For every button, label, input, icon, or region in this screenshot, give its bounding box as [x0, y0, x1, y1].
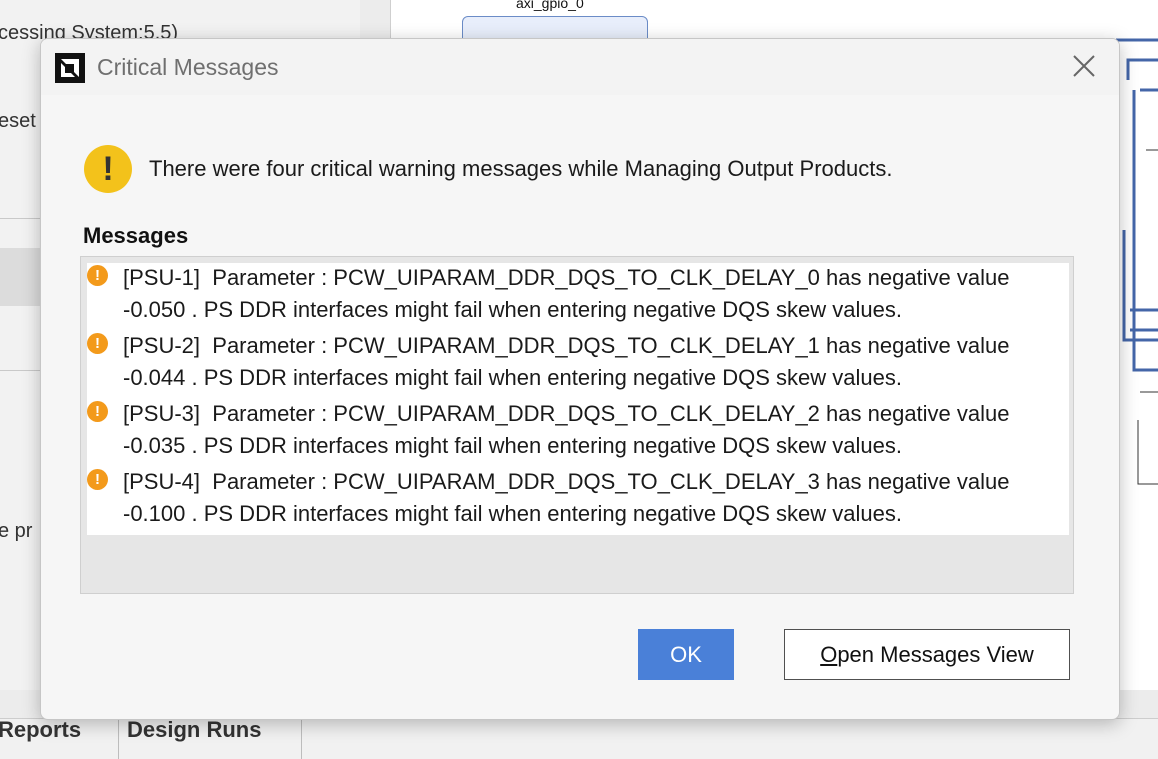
- message-text: Parameter : PCW_UIPARAM_DDR_DQS_TO_CLK_D…: [212, 333, 1010, 358]
- message-item[interactable]: ! [PSU-2] Parameter : PCW_UIPARAM_DDR_DQ…: [87, 331, 1069, 399]
- message-text: Parameter : PCW_UIPARAM_DDR_DQS_TO_CLK_D…: [212, 401, 1010, 426]
- message-text-line2: -0.044 . PS DDR interfaces might fail wh…: [123, 365, 902, 390]
- ok-button[interactable]: OK: [638, 629, 734, 680]
- block-label: axi_gpio_0: [516, 0, 584, 11]
- message-text-line2: -0.050 . PS DDR interfaces might fail wh…: [123, 297, 902, 322]
- background-text: eset: [0, 110, 36, 132]
- critical-warning-icon: !: [87, 469, 108, 490]
- bottom-tab-bar: Reports Design Runs: [0, 718, 1158, 759]
- amd-logo-icon: [55, 53, 85, 83]
- critical-warning-icon: !: [87, 333, 108, 354]
- message-item[interactable]: ! [PSU-4] Parameter : PCW_UIPARAM_DDR_DQ…: [87, 467, 1069, 535]
- messages-box[interactable]: ! [PSU-1] Parameter : PCW_UIPARAM_DDR_DQ…: [80, 256, 1074, 594]
- tab-design-runs[interactable]: Design Runs: [119, 719, 302, 759]
- critical-warning-icon: !: [87, 401, 108, 422]
- summary-text: There were four critical warning message…: [149, 156, 893, 181]
- message-item[interactable]: ! [PSU-3] Parameter : PCW_UIPARAM_DDR_DQ…: [87, 399, 1069, 467]
- open-messages-view-button[interactable]: Open Messages View: [784, 629, 1070, 680]
- message-text: Parameter : PCW_UIPARAM_DDR_DQS_TO_CLK_D…: [212, 265, 1010, 290]
- tab-reports[interactable]: Reports: [0, 719, 119, 759]
- message-id: [PSU-4]: [123, 469, 201, 494]
- background-text: e pr: [0, 520, 33, 542]
- message-item[interactable]: ! [PSU-1] Parameter : PCW_UIPARAM_DDR_DQ…: [87, 263, 1069, 331]
- warning-icon: !: [84, 145, 132, 193]
- messages-list[interactable]: ! [PSU-1] Parameter : PCW_UIPARAM_DDR_DQ…: [87, 263, 1069, 535]
- close-icon: [1073, 55, 1095, 77]
- message-id: [PSU-3]: [123, 401, 201, 426]
- message-text: Parameter : PCW_UIPARAM_DDR_DQS_TO_CLK_D…: [212, 469, 1010, 494]
- message-text-line2: -0.100 . PS DDR interfaces might fail wh…: [123, 501, 902, 526]
- messages-heading: Messages: [83, 223, 189, 248]
- critical-messages-dialog: Critical Messages ! There were four crit…: [40, 38, 1120, 720]
- critical-warning-icon: !: [87, 265, 108, 286]
- message-id: [PSU-1]: [123, 265, 201, 290]
- dialog-title: Critical Messages: [97, 54, 279, 80]
- dialog-titlebar[interactable]: Critical Messages: [41, 39, 1119, 95]
- close-button[interactable]: [1069, 51, 1099, 81]
- message-text-line2: -0.035 . PS DDR interfaces might fail wh…: [123, 433, 902, 458]
- message-id: [PSU-2]: [123, 333, 201, 358]
